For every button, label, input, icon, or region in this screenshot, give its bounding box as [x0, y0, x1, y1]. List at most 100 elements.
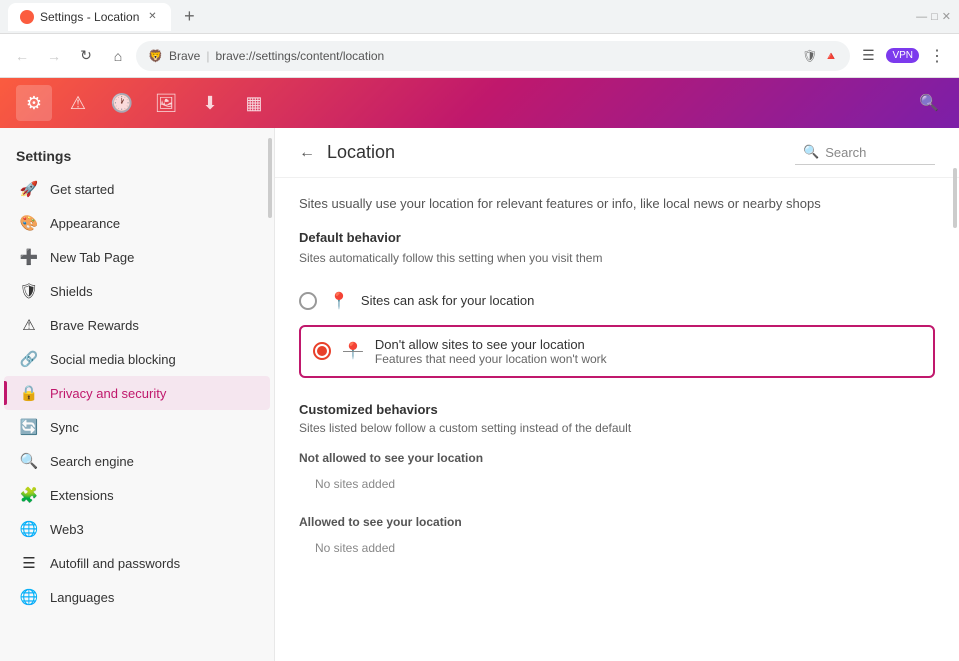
tab-title: Settings - Location [40, 10, 139, 24]
block-label: Don't allow sites to see your location [375, 337, 607, 352]
sidebar-item-brave-rewards[interactable]: ⚠ Brave Rewards [4, 308, 270, 342]
reload-button[interactable]: ↻ [72, 42, 100, 70]
content-scrollbar[interactable] [953, 168, 957, 228]
toolbar-search-icon[interactable]: 🔍 [915, 89, 943, 117]
shield-icon: 🦁 [148, 49, 163, 63]
toolbar: ⚙ ⚠ 🕐 🖼 ⬇ ▦ 🔍 [0, 78, 959, 128]
search-box[interactable]: 🔍 Search [795, 140, 935, 165]
search-input[interactable]: Search [825, 145, 866, 160]
location-block-option[interactable]: 📍 Don't allow sites to see your location… [299, 325, 935, 378]
sidebar-item-label: Privacy and security [50, 386, 166, 401]
sidebar-item-privacy-and-security[interactable]: 🔒 Privacy and security [4, 376, 270, 410]
default-behavior-desc: Sites automatically follow this setting … [299, 251, 935, 265]
extensions-icon: 🧩 [20, 486, 38, 504]
not-allowed-label: Not allowed to see your location [299, 451, 935, 465]
sidebar-item-search-engine[interactable]: 🔍 Search engine [4, 444, 270, 478]
address-bar[interactable]: 🦁 Brave | brave://settings/content/locat… [136, 41, 850, 71]
shields-icon: 🛡 [20, 282, 38, 300]
sidebar-item-get-started[interactable]: 🚀 Get started [4, 172, 270, 206]
back-button[interactable]: ← [8, 42, 36, 70]
maximize-icon[interactable]: □ [931, 11, 938, 23]
content-header: ← Location 🔍 Search [275, 128, 959, 178]
toolbar-image-icon[interactable]: 🖼 [148, 85, 184, 121]
url-display: brave://settings/content/location [215, 49, 384, 63]
forward-button[interactable]: → [40, 42, 68, 70]
autofill-icon: ☰ [20, 554, 38, 572]
minimize-icon[interactable]: — [916, 11, 927, 23]
location-ask-icon: 📍 [329, 291, 349, 311]
sidebar-item-sync[interactable]: 🔄 Sync [4, 410, 270, 444]
toolbar-settings-icon[interactable]: ⚙ [16, 85, 52, 121]
toolbar-download-icon[interactable]: ⬇ [192, 85, 228, 121]
sidebar-item-label: Appearance [50, 216, 120, 231]
new-tab-page-icon: ➕ [20, 248, 38, 266]
active-tab[interactable]: Settings - Location ✕ [8, 3, 171, 31]
block-radio[interactable] [313, 342, 331, 360]
sidebar-item-label: New Tab Page [50, 250, 134, 265]
sidebar-item-label: Get started [50, 182, 114, 197]
sidebar-item-label: Shields [50, 284, 93, 299]
tab-close-button[interactable]: ✕ [145, 10, 159, 24]
vpn-button[interactable]: VPN [886, 48, 919, 63]
tab-favicon [20, 10, 34, 24]
sidebar-item-appearance[interactable]: 🎨 Appearance [4, 206, 270, 240]
privacy-security-icon: 🔒 [20, 384, 38, 402]
toolbar-history-icon[interactable]: 🕐 [104, 85, 140, 121]
active-indicator [4, 381, 7, 405]
sidebar-item-languages[interactable]: 🌐 Languages [4, 580, 270, 614]
languages-icon: 🌐 [20, 588, 38, 606]
customized-label: Customized behaviors [299, 402, 935, 417]
sidebar-item-label: Extensions [50, 488, 114, 503]
sidebar-item-new-tab-page[interactable]: ➕ New Tab Page [4, 240, 270, 274]
sidebar-item-social-media-blocking[interactable]: 🔗 Social media blocking [4, 342, 270, 376]
content-area: ← Location 🔍 Search Sites usually use yo… [275, 128, 959, 661]
titlebar: Settings - Location ✕ + — □ ✕ [0, 0, 959, 34]
content-title: Location [327, 142, 783, 163]
block-radio-inner [317, 346, 327, 356]
location-ask-option[interactable]: 📍 Sites can ask for your location [299, 281, 935, 321]
customized-sublabel: Sites listed below follow a custom setti… [299, 421, 935, 435]
home-button[interactable]: ⌂ [104, 42, 132, 70]
sync-icon: 🔄 [20, 418, 38, 436]
sidebar-item-shields[interactable]: 🛡 Shields [4, 274, 270, 308]
menu-button[interactable]: ⋮ [923, 42, 951, 70]
location-description: Sites usually use your location for rele… [299, 194, 935, 214]
close-icon[interactable]: ✕ [942, 10, 951, 23]
navbar: ← → ↻ ⌂ 🦁 Brave | brave://settings/conte… [0, 34, 959, 78]
sidebar-item-label: Search engine [50, 454, 134, 469]
sidebar-item-label: Autofill and passwords [50, 556, 180, 571]
block-sublabel: Features that need your location won't w… [375, 352, 607, 366]
default-behavior-label: Default behavior [299, 230, 935, 245]
sidebar-toggle[interactable]: ☰ [854, 42, 882, 70]
sidebar-item-autofill-passwords[interactable]: ☰ Autofill and passwords [4, 546, 270, 580]
customized-section: Customized behaviors Sites listed below … [299, 402, 935, 563]
site-name: Brave [169, 49, 200, 63]
new-tab-button[interactable]: + [175, 3, 203, 31]
appearance-icon: 🎨 [20, 214, 38, 232]
sidebar-item-label: Social media blocking [50, 352, 176, 367]
content-body: Sites usually use your location for rele… [275, 178, 959, 579]
brave-icon[interactable]: 🔺 [823, 49, 838, 63]
sidebar-item-extensions[interactable]: 🧩 Extensions [4, 478, 270, 512]
ask-label: Sites can ask for your location [361, 293, 534, 308]
sidebar-item-label: Brave Rewards [50, 318, 139, 333]
ask-radio[interactable] [299, 292, 317, 310]
sidebar-item-web3[interactable]: 🌐 Web3 [4, 512, 270, 546]
not-allowed-section: Not allowed to see your location No site… [299, 451, 935, 499]
sidebar-scrollbar[interactable] [268, 138, 272, 218]
sidebar: Settings 🚀 Get started 🎨 Appearance ➕ Ne… [0, 128, 275, 661]
allowed-empty: No sites added [299, 533, 935, 563]
allowed-section: Allowed to see your location No sites ad… [299, 515, 935, 563]
web3-icon: 🌐 [20, 520, 38, 538]
sidebar-item-label: Web3 [50, 522, 84, 537]
sidebar-item-label: Languages [50, 590, 114, 605]
sidebar-title: Settings [0, 136, 274, 172]
shield-badge-icon[interactable]: 🛡 [802, 49, 817, 63]
address-bar-icons: 🛡 🔺 [802, 49, 838, 63]
brave-rewards-icon: ⚠ [20, 316, 38, 334]
location-block-icon: 📍 [343, 341, 363, 361]
toolbar-wallet-icon[interactable]: ▦ [236, 85, 272, 121]
toolbar-shield-icon[interactable]: ⚠ [60, 85, 96, 121]
content-back-button[interactable]: ← [299, 144, 315, 162]
tab-bar: Settings - Location ✕ + [8, 3, 203, 31]
